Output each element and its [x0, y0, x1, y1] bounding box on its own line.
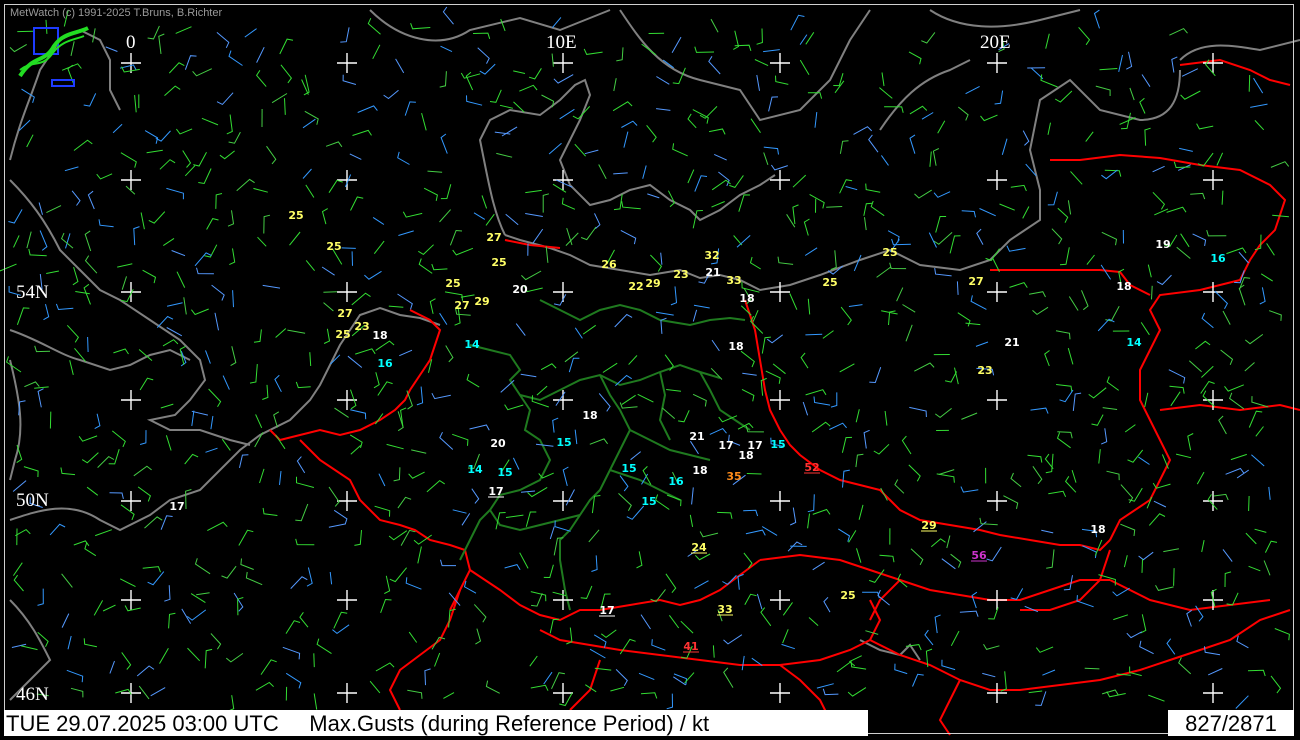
gust-value: 15: [621, 462, 636, 475]
gust-value: 27: [968, 275, 983, 288]
gust-value: 16: [668, 475, 684, 488]
metwatch-logo: [18, 26, 89, 87]
gust-value: 17: [718, 439, 733, 452]
status-count: 827/2871: [1168, 710, 1294, 736]
gust-value: 27: [337, 307, 352, 320]
status-bar: TUE 29.07.2025 03:00 UTC Max.Gusts (duri…: [4, 710, 1294, 736]
gust-value: 21: [689, 430, 704, 443]
gust-value: 18: [582, 409, 597, 422]
lon-label-0: 0: [126, 32, 136, 53]
gust-value: 25: [840, 589, 855, 602]
gust-value: 14: [467, 463, 483, 476]
wind-barb: [1248, 495, 1250, 512]
gust-value: 18: [1090, 523, 1105, 536]
wind-barb: [746, 473, 762, 475]
gust-value: 21: [1004, 336, 1019, 349]
wind-barb: [1151, 285, 1153, 300]
gust-value: 17: [488, 485, 503, 498]
gust-value: 16: [377, 357, 393, 370]
weather-map: 25 25 27 25 26 32 23 21 33 25 25 27 19 16 18 25 29 27 20 22…: [0, 0, 1300, 740]
status-datetime: TUE 29.07.2025 03:00 UTC: [6, 711, 279, 736]
gust-value: 15: [556, 436, 571, 449]
lon-label-20e: 20E: [980, 32, 1011, 53]
gust-value: 15: [641, 495, 656, 508]
gust-value: 17: [169, 500, 184, 513]
gust-value: 25: [445, 277, 460, 290]
lat-label-54n: 54N: [16, 282, 49, 303]
wind-barb: [313, 653, 315, 668]
gust-value: 29: [645, 277, 660, 290]
wind-barb: [805, 333, 823, 336]
gust-value: 22: [628, 280, 643, 293]
gust-value: 41: [683, 640, 698, 653]
gust-value: 18: [1116, 280, 1131, 293]
gust-value: 14: [1126, 336, 1142, 349]
gust-value: 33: [726, 274, 741, 287]
wind-barb: [1141, 559, 1143, 573]
gust-value: 18: [692, 464, 707, 477]
gust-value: 25: [326, 240, 341, 253]
wind-barb: [1084, 667, 1100, 670]
copyright-text: MetWatch (c) 1991-2025 T.Bruns, B.Richte…: [10, 7, 223, 19]
lon-label-10e: 10E: [546, 32, 577, 53]
wind-barb: [956, 281, 959, 295]
gust-value: 19: [1155, 238, 1170, 251]
gust-value: 15: [497, 466, 512, 479]
gust-value: 15: [770, 438, 785, 451]
gust-value: 33: [717, 603, 732, 616]
gust-value: 20: [512, 283, 528, 296]
gust-value: 29: [474, 295, 489, 308]
gust-value: 52: [804, 461, 819, 474]
gust-value: 27: [454, 299, 469, 312]
gust-value: 56: [971, 549, 987, 562]
gust-value: 14: [464, 338, 480, 351]
wind-barb: [87, 336, 89, 353]
status-product: Max.Gusts (during Reference Period) / kt: [309, 711, 710, 736]
gust-value: 25: [882, 246, 897, 259]
wind-barb: [341, 247, 356, 249]
gust-value: 23: [977, 364, 992, 377]
gust-value: 23: [673, 268, 688, 281]
gust-value: 20: [490, 437, 506, 450]
gust-value: 18: [372, 329, 387, 342]
gust-value: 18: [738, 449, 753, 462]
gust-value: 17: [599, 604, 614, 617]
wind-barb: [1248, 74, 1251, 92]
gust-value: 32: [704, 249, 719, 262]
gust-value: 35: [726, 470, 741, 483]
gust-value: 29: [921, 519, 936, 532]
gust-value: 25: [288, 209, 303, 222]
gust-value: 21: [705, 266, 720, 279]
gust-value: 23: [354, 320, 369, 333]
gust-value: 25: [335, 328, 350, 341]
lat-label-46n: 46N: [16, 684, 49, 705]
gust-value: 24: [691, 541, 707, 554]
gust-value: 18: [728, 340, 743, 353]
gust-value: 26: [601, 258, 617, 271]
lat-label-50n: 50N: [16, 490, 49, 511]
status-left: TUE 29.07.2025 03:00 UTC Max.Gusts (duri…: [4, 710, 868, 736]
gust-value: 25: [822, 276, 837, 289]
gust-value: 18: [739, 292, 754, 305]
gust-value: 27: [486, 231, 501, 244]
wind-barb: [1173, 568, 1175, 586]
gust-value: 25: [491, 256, 506, 269]
gust-value: 16: [1210, 252, 1226, 265]
